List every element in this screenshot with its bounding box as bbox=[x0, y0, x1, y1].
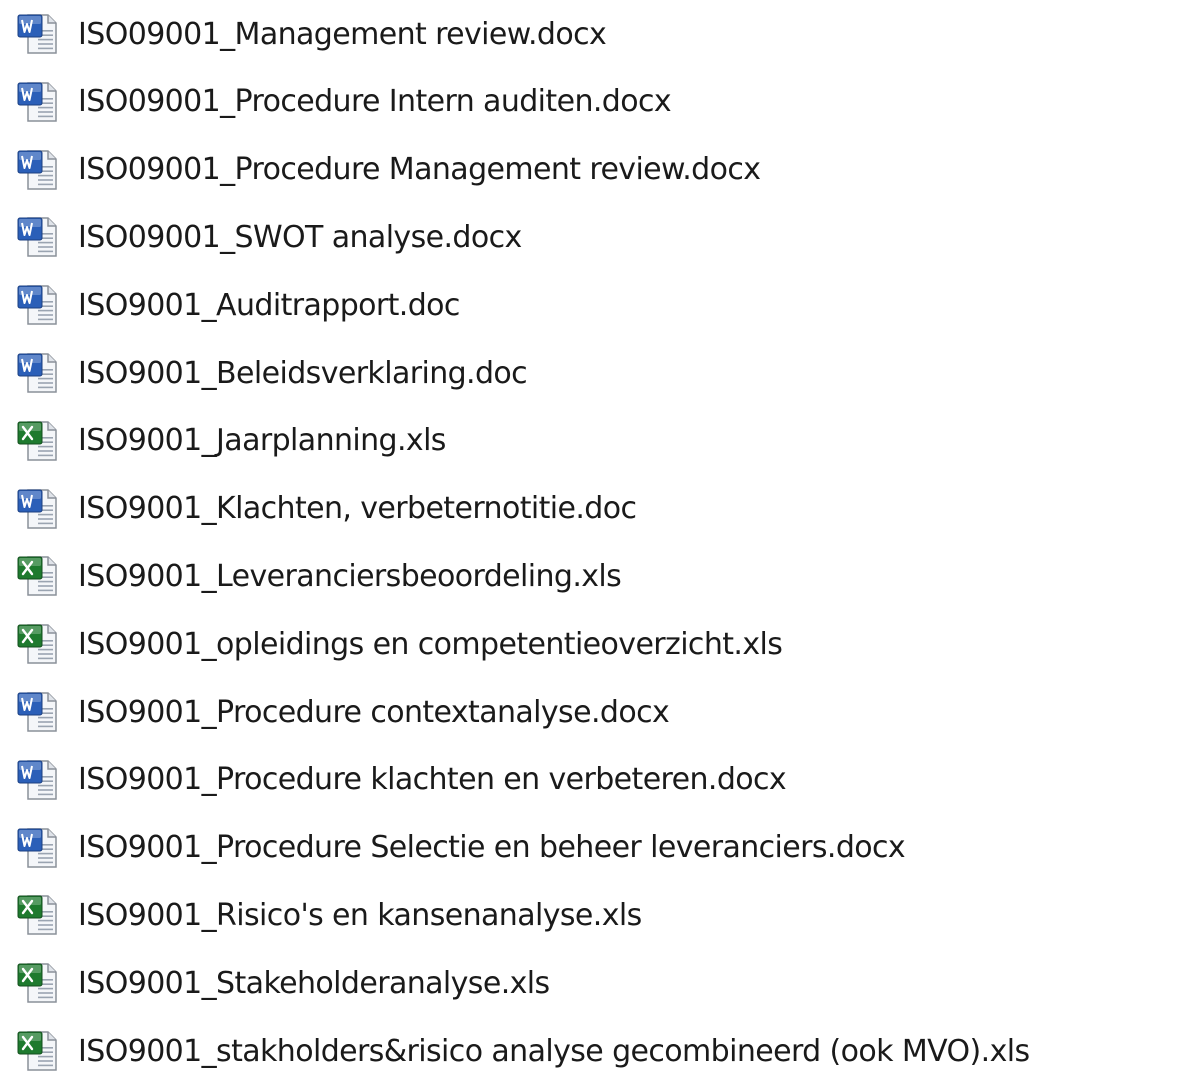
file-item[interactable]: ISO09001_Management review.docx bbox=[0, 0, 1192, 68]
file-name: ISO9001_Procedure klachten en verbeteren… bbox=[78, 762, 787, 798]
word-document-icon bbox=[17, 760, 57, 800]
file-name: ISO09001_Management review.docx bbox=[78, 16, 607, 52]
word-document-icon bbox=[17, 285, 57, 325]
excel-spreadsheet-icon bbox=[17, 624, 57, 664]
file-item[interactable]: ISO9001_Klachten, verbeternotitie.doc bbox=[0, 475, 1192, 543]
excel-spreadsheet-icon bbox=[17, 1031, 57, 1071]
word-document-icon bbox=[17, 82, 57, 122]
word-document-icon bbox=[17, 217, 57, 258]
file-name: ISO9001_Leveranciersbeoordeling.xls bbox=[78, 558, 622, 594]
file-name: ISO9001_stakholders&risico analyse gecom… bbox=[78, 1033, 1030, 1069]
excel-spreadsheet-icon bbox=[17, 421, 57, 461]
file-name: ISO9001_Beleidsverklaring.doc bbox=[78, 355, 528, 391]
file-name: ISO9001_Procedure Selectie en beheer lev… bbox=[78, 830, 906, 866]
file-name: ISO09001_Procedure Intern auditen.docx bbox=[78, 84, 672, 120]
file-item[interactable]: ISO9001_Procedure klachten en verbeteren… bbox=[0, 746, 1192, 814]
file-item[interactable]: ISO9001_Auditrapport.doc bbox=[0, 271, 1192, 339]
file-name: ISO9001_Auditrapport.doc bbox=[78, 287, 460, 323]
file-list: ISO09001_Management review.docx ISO09001_… bbox=[0, 0, 1192, 1071]
word-document-icon bbox=[17, 692, 57, 732]
file-item[interactable]: ISO9001_opleidings en competentieoverzic… bbox=[0, 610, 1192, 678]
file-item[interactable]: ISO09001_SWOT analyse.docx bbox=[0, 203, 1192, 271]
file-name: ISO09001_SWOT analyse.docx bbox=[78, 219, 522, 255]
file-item[interactable]: ISO9001_Risico's en kansenanalyse.xls bbox=[0, 881, 1192, 949]
excel-spreadsheet-icon bbox=[17, 556, 57, 597]
excel-spreadsheet-icon bbox=[17, 963, 57, 1003]
word-document-icon bbox=[17, 353, 57, 393]
file-item[interactable]: ISO9001_Jaarplanning.xls bbox=[0, 407, 1192, 475]
file-item[interactable]: ISO9001_Stakeholderanalyse.xls bbox=[0, 949, 1192, 1017]
file-item[interactable]: ISO9001_Procedure contextanalyse.docx bbox=[0, 678, 1192, 746]
file-item[interactable]: ISO9001_Leveranciersbeoordeling.xls bbox=[0, 542, 1192, 610]
file-name: ISO09001_Procedure Management review.doc… bbox=[78, 152, 761, 188]
file-name: ISO9001_Klachten, verbeternotitie.doc bbox=[78, 491, 637, 527]
file-name: ISO9001_Jaarplanning.xls bbox=[78, 423, 446, 459]
file-item[interactable]: ISO09001_Procedure Intern auditen.docx bbox=[0, 68, 1192, 136]
file-name: ISO9001_opleidings en competentieoverzic… bbox=[78, 626, 783, 662]
excel-spreadsheet-icon bbox=[17, 895, 57, 936]
word-document-icon bbox=[17, 488, 57, 529]
file-name: ISO9001_Risico's en kansenanalyse.xls bbox=[78, 897, 642, 933]
file-item[interactable]: ISO9001_Beleidsverklaring.doc bbox=[0, 339, 1192, 407]
word-document-icon bbox=[17, 149, 57, 190]
word-document-icon bbox=[17, 14, 57, 54]
file-item[interactable]: ISO09001_Procedure Management review.doc… bbox=[0, 136, 1192, 204]
file-name: ISO9001_Stakeholderanalyse.xls bbox=[78, 965, 550, 1001]
file-item[interactable]: ISO9001_Procedure Selectie en beheer lev… bbox=[0, 814, 1192, 882]
file-item[interactable]: ISO9001_stakholders&risico analyse gecom… bbox=[0, 1017, 1192, 1071]
file-name: ISO9001_Procedure contextanalyse.docx bbox=[78, 694, 670, 730]
word-document-icon bbox=[17, 827, 57, 868]
